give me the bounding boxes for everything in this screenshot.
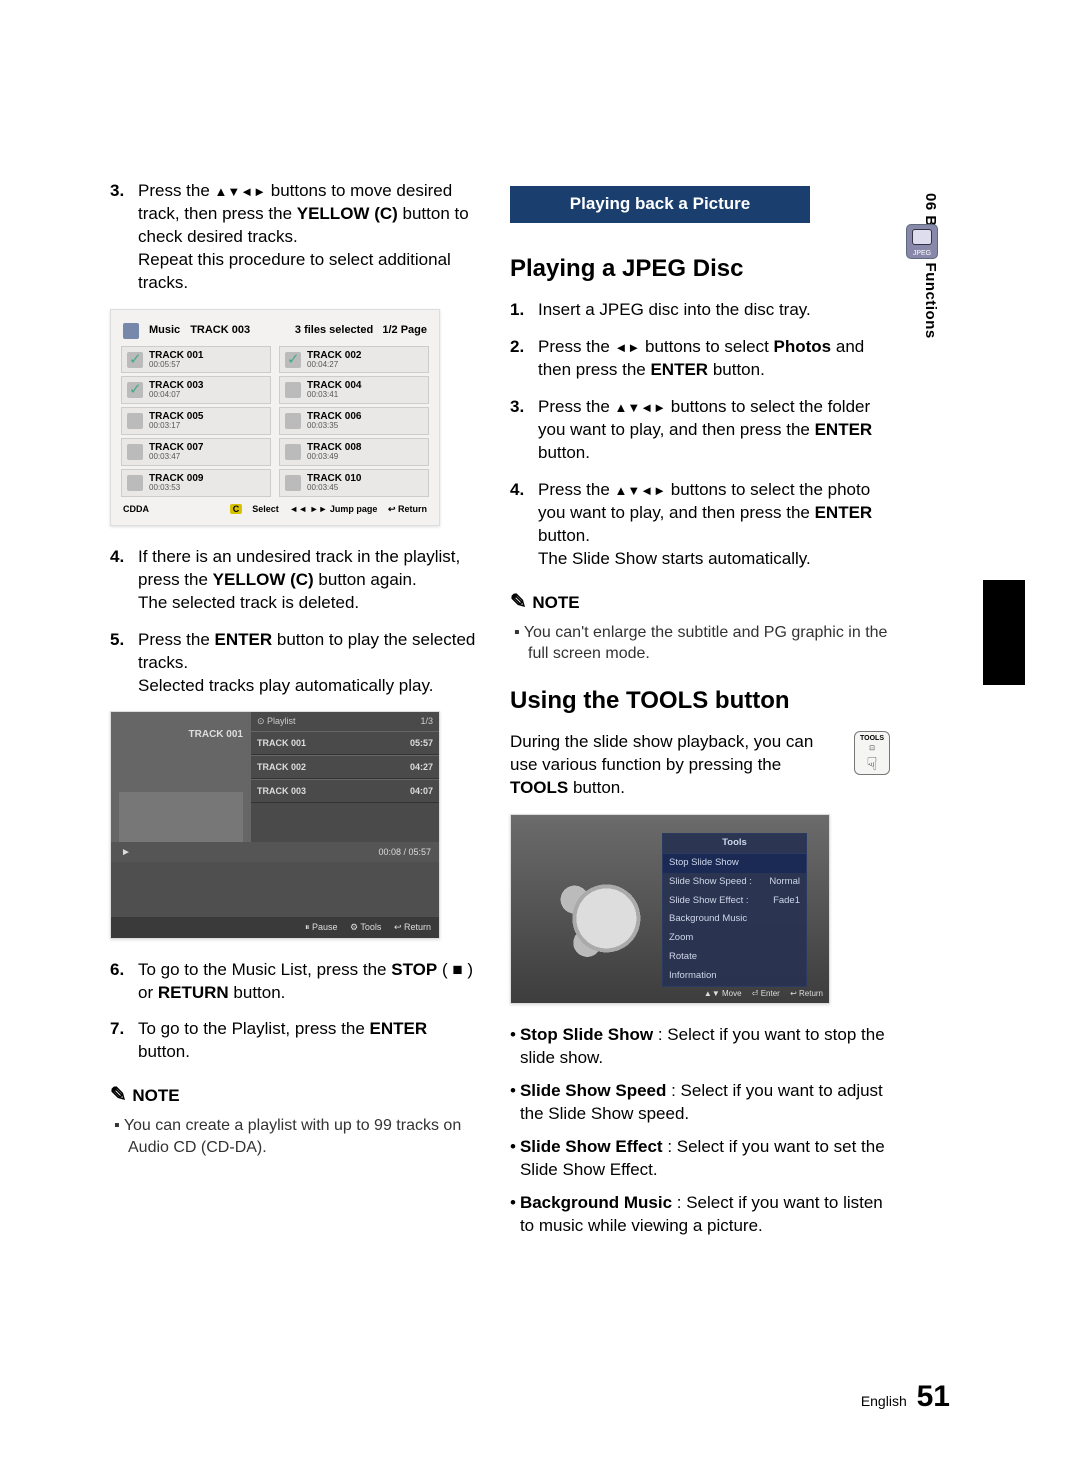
music-page-indicator: 1/2 Page bbox=[382, 324, 427, 336]
section-tab: 06 Basic Functions bbox=[920, 193, 940, 339]
music-track-row: TRACK 00500:03:17 bbox=[121, 407, 271, 435]
music-track-row: TRACK 00600:03:35 bbox=[279, 407, 429, 435]
playlist-row: TRACK 00204:27 bbox=[251, 755, 439, 779]
note-heading: NOTE bbox=[510, 589, 890, 616]
jpeg-step-2: 2.Press the ◄► buttons to select Photos … bbox=[510, 336, 890, 382]
dpad-arrows-icon: ▲▼◄► bbox=[615, 483, 666, 498]
tools-button-icon: TOOLS⊡☟ bbox=[854, 731, 890, 775]
thumb-tab bbox=[983, 580, 1025, 685]
note-heading: NOTE bbox=[110, 1082, 480, 1109]
step-4: 4. If there is an undesired track in the… bbox=[110, 546, 480, 615]
music-track-row: TRACK 00700:03:47 bbox=[121, 438, 271, 466]
tools-menu-item: Stop Slide Show bbox=[663, 854, 806, 873]
lr-arrows-icon: ◄► bbox=[615, 340, 641, 355]
track-thumb-icon bbox=[127, 413, 143, 429]
track-thumb-icon bbox=[285, 475, 301, 491]
feature-bullet: Slide Show Effect : Select if you want t… bbox=[510, 1136, 890, 1182]
return-hint: ↩ Return bbox=[394, 922, 431, 932]
tools-menu-item: Information bbox=[663, 967, 806, 986]
album-art-placeholder bbox=[119, 792, 243, 842]
step-7: 7. To go to the Playlist, press the ENTE… bbox=[110, 1018, 480, 1064]
tools-panel-title: Tools bbox=[663, 834, 806, 854]
jump-page-hint: ◄◄ ►► Jump page bbox=[289, 504, 377, 514]
playlist-row: TRACK 00105:57 bbox=[251, 731, 439, 755]
music-track-row: TRACK 00900:03:53 bbox=[121, 469, 271, 497]
jpeg-step-4: 4.Press the ▲▼◄► buttons to select the p… bbox=[510, 479, 890, 571]
tools-menu-item: Background Music bbox=[663, 910, 806, 929]
page-footer: English 51 bbox=[861, 1377, 950, 1418]
note-item: You can't enlarge the subtitle and PG gr… bbox=[528, 622, 890, 665]
jpeg-badge-icon: JPEG bbox=[906, 224, 938, 259]
track-thumb-icon bbox=[285, 352, 301, 368]
playlist-row: TRACK 00304:07 bbox=[251, 779, 439, 803]
tools-menu-item: Rotate bbox=[663, 948, 806, 967]
dpad-arrows-icon: ▲▼◄► bbox=[615, 400, 666, 415]
track-thumb-icon bbox=[127, 475, 143, 491]
tools-menu-item: Zoom bbox=[663, 929, 806, 948]
feature-bullet: Stop Slide Show : Select if you want to … bbox=[510, 1024, 890, 1070]
music-track-row: TRACK 01000:03:45 bbox=[279, 469, 429, 497]
track-thumb-icon bbox=[127, 352, 143, 368]
enter-hint: ⏎ Enter bbox=[752, 989, 780, 998]
move-hint: ▲▼ Move bbox=[704, 989, 742, 998]
music-track-row: TRACK 00400:03:41 bbox=[279, 376, 429, 404]
step-3: 3. Press the ▲▼◄► buttons to move desire… bbox=[110, 180, 480, 295]
jpeg-step-3: 3.Press the ▲▼◄► buttons to select the f… bbox=[510, 396, 890, 465]
note-item: You can create a playlist with up to 99 … bbox=[128, 1115, 480, 1158]
track-thumb-icon bbox=[127, 382, 143, 398]
feature-bullet: Slide Show Speed : Select if you want to… bbox=[510, 1080, 890, 1126]
playback-time: 00:08 / 05:57 bbox=[139, 846, 431, 858]
music-track-row: TRACK 00200:04:27 bbox=[279, 346, 429, 374]
music-list-figure: Music TRACK 003 3 files selected 1/2 Pag… bbox=[110, 309, 440, 526]
tools-menu-figure: Tools Stop Slide ShowSlide Show Speed :N… bbox=[510, 814, 830, 1004]
playlist-title: Playlist bbox=[267, 716, 296, 726]
step-5: 5. Press the ENTER button to play the se… bbox=[110, 629, 480, 698]
music-icon bbox=[123, 323, 139, 339]
now-playing-track: TRACK 001 bbox=[111, 712, 251, 758]
tools-panel: Tools Stop Slide ShowSlide Show Speed :N… bbox=[662, 833, 807, 987]
play-icon: ► bbox=[121, 846, 131, 860]
tools-hint: ⚙ Tools bbox=[350, 922, 381, 932]
section-bar: Playing back a Picture bbox=[510, 186, 810, 223]
dpad-arrows-icon: ▲▼◄► bbox=[215, 184, 266, 199]
right-column: Playing back a Picture Playing a JPEG Di… bbox=[510, 180, 890, 1248]
playlist-figure: TRACK 001 ⊙ Playlist1/3 TRACK 00105:57TR… bbox=[110, 711, 440, 938]
heading-tools-button: Using the TOOLS button bbox=[510, 685, 890, 717]
playlist-page: 1/3 bbox=[420, 715, 433, 727]
left-column: 3. Press the ▲▼◄► buttons to move desire… bbox=[110, 180, 480, 1248]
track-thumb-icon bbox=[285, 444, 301, 460]
music-track-row: TRACK 00100:05:57 bbox=[121, 346, 271, 374]
track-thumb-icon bbox=[285, 382, 301, 398]
music-track-row: TRACK 00300:04:07 bbox=[121, 376, 271, 404]
yellow-c-icon: C bbox=[230, 504, 243, 514]
music-title: Music bbox=[149, 323, 180, 338]
music-current-track: TRACK 003 bbox=[190, 323, 250, 338]
tools-paragraph: TOOLS⊡☟ During the slide show playback, … bbox=[510, 731, 890, 800]
music-track-row: TRACK 00800:03:49 bbox=[279, 438, 429, 466]
tools-menu-item: Slide Show Speed :Normal bbox=[663, 873, 806, 892]
jpeg-step-1: 1.Insert a JPEG disc into the disc tray. bbox=[510, 299, 890, 322]
return-hint: ↩ Return bbox=[388, 504, 427, 514]
tools-menu-item: Slide Show Effect :Fade1 bbox=[663, 892, 806, 911]
heading-jpeg-disc: Playing a JPEG Disc bbox=[510, 253, 890, 285]
track-thumb-icon bbox=[127, 444, 143, 460]
pause-hint: ⏸ Pause bbox=[305, 922, 338, 932]
return-hint: ↩ Return bbox=[790, 989, 823, 998]
feature-bullet: Background Music : Select if you want to… bbox=[510, 1192, 890, 1238]
step-6: 6. To go to the Music List, press the ST… bbox=[110, 959, 480, 1005]
music-selected-count: 3 files selected bbox=[295, 324, 373, 336]
track-thumb-icon bbox=[285, 413, 301, 429]
music-disc-type: CDDA bbox=[123, 503, 149, 515]
